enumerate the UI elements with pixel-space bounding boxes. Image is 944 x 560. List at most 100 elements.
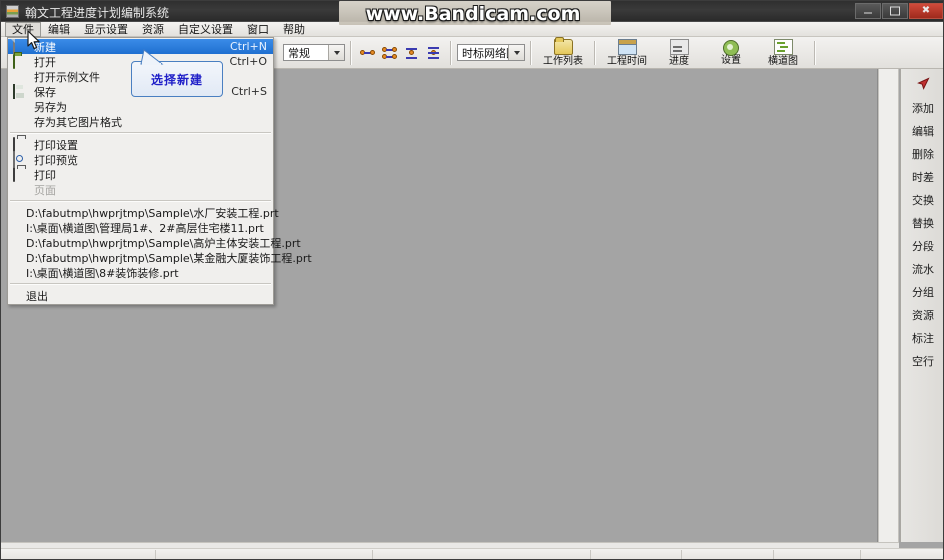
menu-page: 页面 (8, 182, 273, 197)
tool-swap[interactable]: 交换 (901, 188, 943, 211)
network-stack-icon[interactable] (425, 43, 443, 63)
menu-exit[interactable]: 退出 (8, 288, 273, 303)
right-tool-panel: 添加 编辑 删除 时差 交换 替换 分段 流水 分组 资源 标注 空行 (900, 69, 943, 542)
toolbar-button-settings-label: 设置 (721, 54, 741, 66)
title-bar: 翰文工程进度计划编制系统 ✖ (1, 1, 943, 22)
tool-blank-row[interactable]: 空行 (901, 349, 943, 372)
view-mode-combo[interactable]: 常规 (283, 44, 345, 61)
menu-new-label: 新建 (34, 40, 56, 54)
menu-save-accel: Ctrl+S (231, 85, 267, 98)
tool-delete[interactable]: 删除 (901, 142, 943, 165)
menu-save-label: 保存 (34, 85, 56, 99)
status-cell-5 (682, 549, 774, 559)
tool-segment[interactable]: 分段 (901, 234, 943, 257)
status-cell-1 (1, 549, 156, 559)
tool-float-time[interactable]: 时差 (901, 165, 943, 188)
tool-blank-row-label: 空行 (912, 354, 934, 368)
menu-print-setup-label: 打印设置 (34, 138, 78, 152)
tool-add-label: 添加 (912, 101, 934, 115)
status-cell-4 (591, 549, 682, 559)
diagram-type-combo[interactable]: 时标网络图 (457, 44, 525, 61)
menu-save-other-format-label: 存为其它图片格式 (34, 115, 122, 129)
menu-separator-3 (10, 283, 271, 285)
toolbar-button-gantt[interactable]: 横道图 (757, 38, 809, 68)
tool-add[interactable]: 添加 (901, 96, 943, 119)
app-icon (6, 5, 19, 18)
chevron-down-icon-2[interactable] (508, 45, 524, 60)
tool-resource[interactable]: 资源 (901, 303, 943, 326)
tool-flow-label: 流水 (912, 262, 934, 276)
open-folder-icon (13, 54, 27, 69)
menu-item-resource[interactable]: 资源 (135, 23, 171, 36)
application-window: 翰文工程进度计划编制系统 ✖ www.Bandicam.com 文件 编辑 显示… (0, 0, 944, 560)
tool-group-label: 分组 (912, 285, 934, 299)
tool-swap-label: 交换 (912, 193, 934, 207)
tutorial-callout: 选择新建 (131, 49, 223, 97)
printer-setup-icon (13, 137, 27, 152)
menu-item-custom-settings[interactable]: 自定义设置 (171, 23, 240, 36)
tool-annotation[interactable]: 标注 (901, 326, 943, 349)
recent-file-5[interactable]: I:\桌面\横道图\8#装饰装修.prt (8, 265, 273, 280)
menu-save-other-format[interactable]: 存为其它图片格式 (8, 114, 273, 129)
tool-flow[interactable]: 流水 (901, 257, 943, 280)
folder-icon (553, 36, 573, 55)
recent-file-4[interactable]: D:\fabutmp\hwprjtmp\Sample\某金融大厦装饰工程.prt (8, 250, 312, 265)
chevron-down-icon[interactable] (328, 45, 344, 60)
menu-item-window[interactable]: 窗口 (240, 23, 276, 36)
toolbar-button-progress[interactable]: 进度 (653, 38, 705, 68)
menu-item-help[interactable]: 帮助 (276, 23, 312, 36)
status-cell-7 (861, 550, 943, 560)
menu-new-accel: Ctrl+N (229, 40, 267, 53)
window-controls: ✖ (854, 3, 943, 19)
tool-replace[interactable]: 替换 (901, 211, 943, 234)
status-cell-2 (156, 549, 373, 559)
menu-item-file[interactable]: 文件 (5, 21, 41, 37)
menu-print-label: 打印 (34, 168, 56, 182)
close-button[interactable]: ✖ (909, 3, 943, 19)
menu-print-setup[interactable]: 打印设置 (8, 137, 273, 152)
toolbar-button-project-time[interactable]: 工程时间 (601, 38, 653, 68)
menu-print[interactable]: 打印 (8, 167, 273, 182)
menu-print-preview[interactable]: 打印预览 (8, 152, 273, 167)
save-icon (13, 84, 27, 99)
network-vertical-icon[interactable] (403, 43, 421, 63)
menu-open-sample-label: 打开示例文件 (34, 70, 100, 84)
toolbar-button-work-list-label: 工作列表 (543, 55, 583, 67)
menu-print-preview-label: 打印预览 (34, 153, 78, 167)
tool-float-time-label: 时差 (912, 170, 934, 184)
tool-segment-label: 分段 (912, 239, 934, 253)
tool-edit[interactable]: 编辑 (901, 119, 943, 142)
tool-select-cursor[interactable] (901, 72, 943, 96)
tool-group[interactable]: 分组 (901, 280, 943, 303)
network-double-link-icon[interactable] (381, 43, 399, 63)
minimize-button[interactable] (855, 3, 881, 19)
gear-icon (723, 39, 740, 56)
menu-save-as-label: 另存为 (34, 100, 67, 114)
toolbar-button-progress-label: 进度 (669, 55, 689, 67)
menu-bar: 文件 编辑 显示设置 资源 自定义设置 窗口 帮助 (1, 21, 943, 37)
tool-replace-label: 替换 (912, 216, 934, 230)
toolbar-separator-4 (594, 40, 596, 65)
tool-delete-label: 删除 (912, 147, 934, 161)
menu-item-display-settings[interactable]: 显示设置 (77, 23, 135, 36)
window-icon (617, 38, 637, 55)
toolbar-button-settings[interactable]: 设置 (705, 38, 757, 68)
printer-icon (13, 167, 27, 182)
status-cell-6 (774, 549, 861, 559)
vertical-scrollbar[interactable] (878, 69, 899, 542)
network-link-icon[interactable] (359, 43, 377, 63)
menu-open-accel: Ctrl+O (229, 55, 267, 68)
toolbar-button-work-list[interactable]: 工作列表 (537, 36, 589, 68)
recent-file-1[interactable]: D:\fabutmp\hwprjtmp\Sample\水厂安装工程.prt (8, 205, 279, 220)
view-mode-value: 常规 (288, 46, 310, 60)
maximize-button[interactable] (882, 3, 908, 19)
window-title: 翰文工程进度计划编制系统 (25, 6, 170, 20)
recent-file-3[interactable]: D:\fabutmp\hwprjtmp\Sample\高炉主体安装工程.prt (8, 235, 301, 250)
menu-item-edit[interactable]: 编辑 (41, 23, 77, 36)
menu-open-label: 打开 (34, 55, 56, 69)
arrow-cursor-icon (916, 77, 930, 91)
menu-page-label: 页面 (34, 183, 56, 197)
callout-text: 选择新建 (150, 72, 203, 87)
recent-file-2[interactable]: I:\桌面\横道图\管理局1#、2#高层住宅楼11.prt (8, 220, 273, 235)
menu-save-as[interactable]: 另存为 (8, 99, 273, 114)
